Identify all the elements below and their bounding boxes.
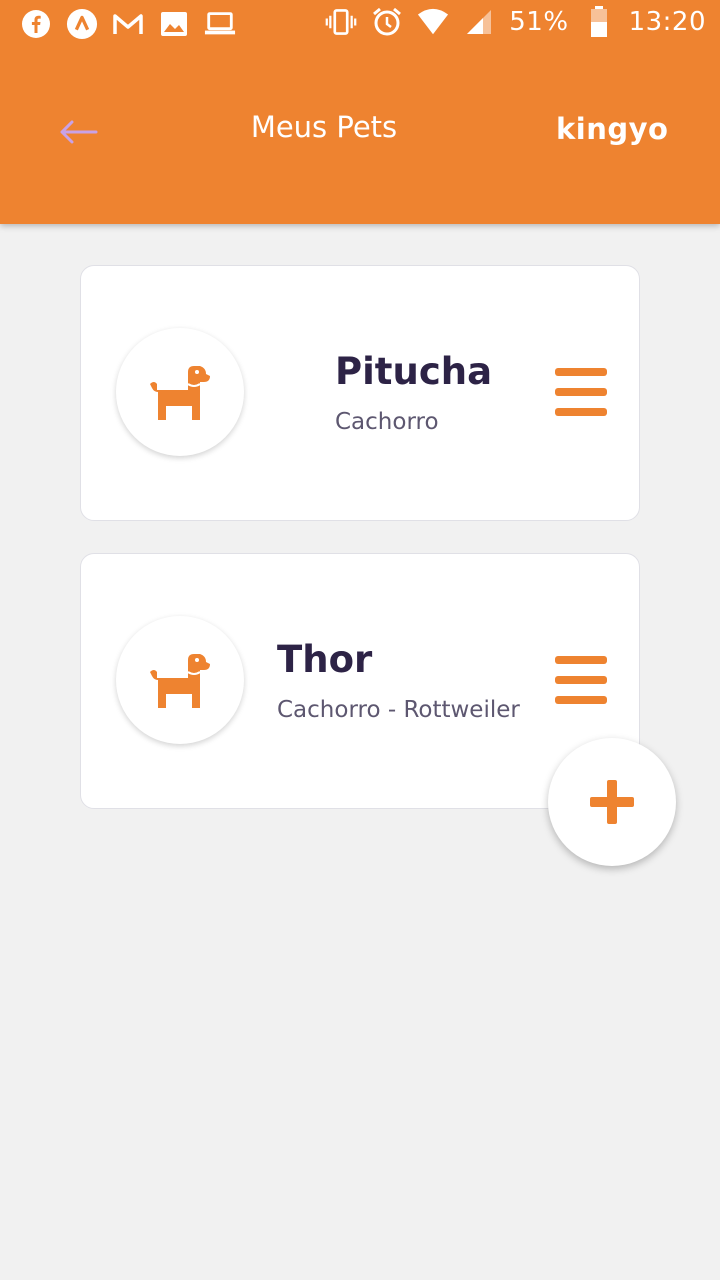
battery-icon (583, 6, 615, 38)
laptop-icon (204, 8, 236, 40)
pet-avatar (116, 616, 244, 744)
gmail-icon (112, 8, 144, 40)
image-icon (158, 8, 190, 40)
wifi-icon (417, 6, 449, 38)
pet-description: Cachorro (335, 409, 439, 435)
alarm-icon (371, 6, 403, 38)
signal-icon (463, 6, 495, 38)
menu-icon-line (555, 676, 607, 684)
dog-icon (150, 654, 210, 708)
menu-icon-line (555, 388, 607, 396)
add-pet-button[interactable] (548, 738, 676, 866)
pet-menu-button[interactable] (553, 366, 609, 418)
facebook-icon (20, 8, 52, 40)
pet-card[interactable]: Pitucha Cachorro (80, 265, 640, 521)
vibrate-icon (325, 6, 357, 38)
pet-avatar (116, 328, 244, 456)
arc-icon (66, 8, 98, 40)
pet-name: Pitucha (335, 350, 493, 393)
app-header: 51% 13:20 Meus Pets kingyo (0, 0, 720, 224)
toolbar: Meus Pets kingyo (0, 90, 720, 170)
clock: 13:20 (628, 7, 706, 37)
menu-icon-line (555, 656, 607, 664)
pet-name: Thor (277, 638, 373, 681)
menu-icon-line (555, 368, 607, 376)
pet-description: Cachorro - Rottweiler (277, 697, 520, 723)
brand-logo: kingyo (556, 112, 669, 146)
menu-icon-line (555, 696, 607, 704)
menu-icon-line (555, 408, 607, 416)
pet-menu-button[interactable] (553, 654, 609, 706)
status-bar: 51% 13:20 (0, 0, 720, 50)
battery-percent: 51% (509, 7, 569, 37)
page-title: Meus Pets (250, 110, 398, 144)
dog-icon (150, 366, 210, 420)
plus-icon (590, 780, 634, 824)
